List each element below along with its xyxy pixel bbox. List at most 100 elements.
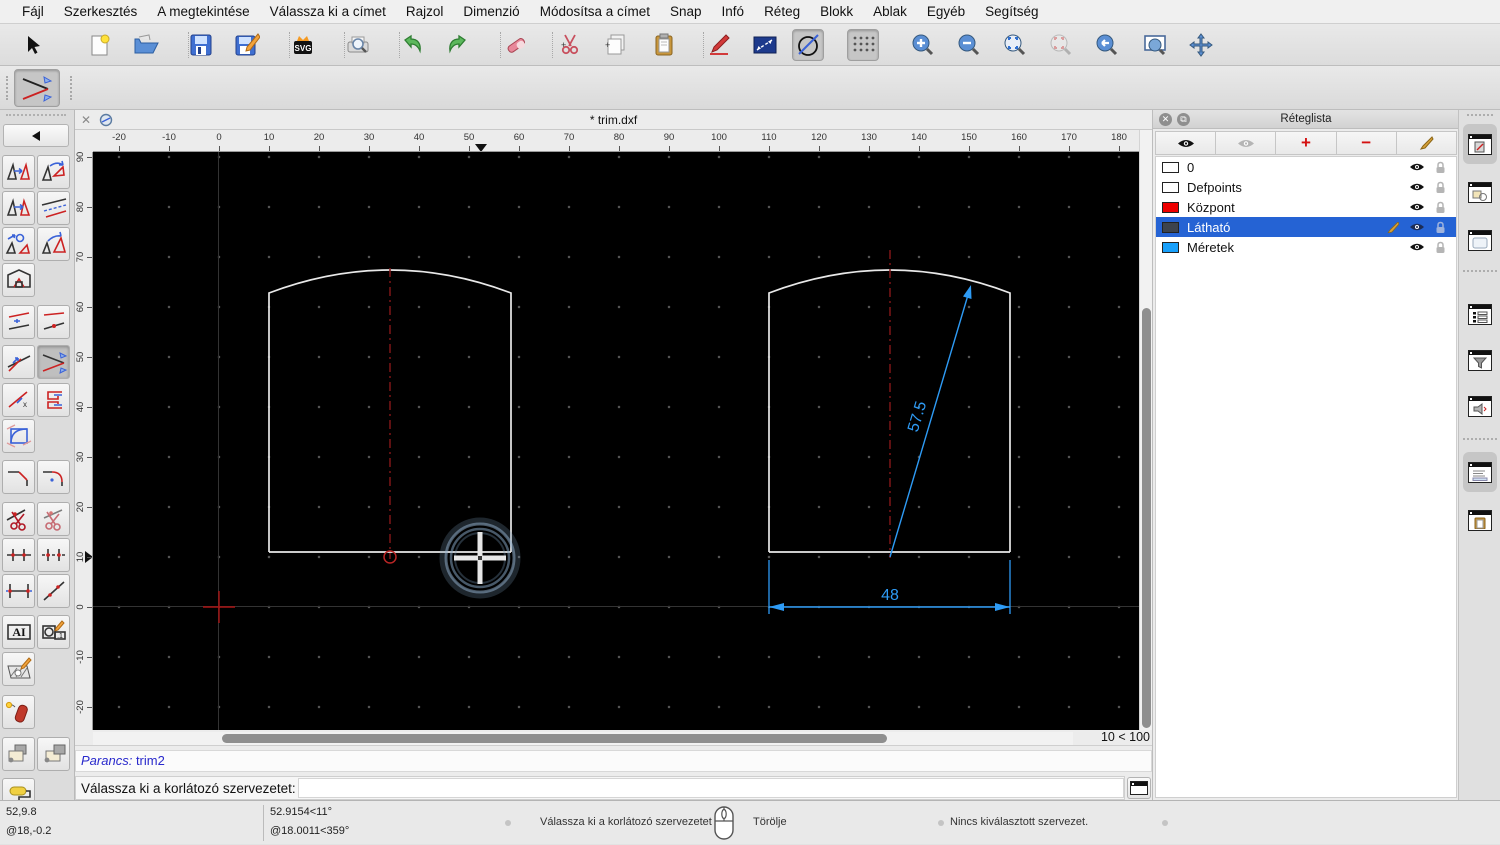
lengthen-tool-button[interactable]	[2, 305, 35, 339]
vertical-scrollbar-thumb[interactable]	[1142, 308, 1151, 728]
menu-ablak[interactable]: Ablak	[863, 0, 917, 24]
layer-visibility-eye-icon[interactable]	[1409, 222, 1425, 232]
layer-lock-icon[interactable]	[1435, 221, 1446, 234]
horizontal-scrollbar-thumb[interactable]	[222, 734, 887, 743]
show-all-layers-button[interactable]	[1155, 131, 1217, 155]
library-browser-window-button[interactable]	[1463, 220, 1497, 260]
layer-row-defpoints[interactable]: Defpoints	[1156, 177, 1456, 197]
draw-pencil-button[interactable]	[703, 29, 735, 61]
offset-tool-button[interactable]	[37, 191, 70, 225]
selection-filter-window-button[interactable]	[1463, 340, 1497, 380]
drawing-canvas[interactable]: 57.5 48	[93, 152, 1139, 730]
vertical-scrollbar[interactable]	[1139, 130, 1152, 730]
layer-edit-pencil-icon[interactable]	[1386, 221, 1399, 233]
menu-dimenzi-[interactable]: Dimenzió	[453, 0, 529, 24]
order-front-tool-button[interactable]	[2, 737, 35, 771]
layer-lock-icon[interactable]	[1435, 201, 1446, 214]
cut-button[interactable]: +	[554, 29, 586, 61]
layer-row-0[interactable]: 0	[1156, 157, 1456, 177]
rotate-two-tool-button[interactable]	[2, 227, 35, 261]
close-panel-icon[interactable]: ✕	[1159, 113, 1172, 126]
add-layer-button[interactable]: +	[1276, 131, 1337, 155]
polyline-arc-tool-button[interactable]	[2, 419, 35, 453]
save-as-button[interactable]	[231, 29, 263, 61]
edit-layer-button[interactable]	[1396, 131, 1458, 155]
divide-tool-button[interactable]	[2, 538, 35, 572]
layer-visibility-eye-icon[interactable]	[1409, 242, 1425, 252]
block-list-window-button[interactable]	[1463, 172, 1497, 212]
fillet-tool-button[interactable]	[37, 460, 70, 494]
trim-tool-button[interactable]	[2, 345, 35, 379]
stretch-tool-button[interactable]	[2, 263, 35, 297]
dimension-edit-tool-button[interactable]: .1	[37, 615, 70, 649]
menu-blokk[interactable]: Blokk	[810, 0, 863, 24]
layer-visibility-eye-icon[interactable]	[1409, 202, 1425, 212]
delete-button[interactable]	[500, 29, 532, 61]
horizontal-scrollbar[interactable]	[93, 732, 1073, 745]
active-tool-button[interactable]	[14, 69, 60, 107]
layer-lock-icon[interactable]	[1435, 241, 1446, 254]
paint-tool-button[interactable]	[2, 778, 35, 800]
command-detach-button[interactable]	[1127, 777, 1151, 799]
dimension-button[interactable]	[749, 29, 781, 61]
palette-back-button[interactable]	[3, 124, 69, 147]
new-file-button[interactable]	[84, 29, 116, 61]
text-tool-button[interactable]: AI	[2, 615, 35, 649]
menu-v-lassza-ki-a-c-met[interactable]: Válassza ki a címet	[260, 0, 396, 24]
trim-two-tool-button[interactable]	[37, 345, 70, 379]
menu-snap[interactable]: Snap	[660, 0, 712, 24]
layer-lock-icon[interactable]	[1435, 181, 1446, 194]
rotate-tool-button[interactable]	[37, 155, 70, 189]
layer-lock-icon[interactable]	[1435, 161, 1446, 174]
menu-f-jl[interactable]: Fájl	[12, 0, 54, 24]
menu-rajzol[interactable]: Rajzol	[396, 0, 454, 24]
redo-button[interactable]	[442, 29, 474, 61]
zoom-previous-button[interactable]	[1091, 29, 1123, 61]
cut-two-tool-button[interactable]	[37, 502, 70, 536]
select-arrow-button[interactable]	[17, 29, 49, 61]
print-preview-button[interactable]	[342, 29, 374, 61]
lengthen-amount-tool-button[interactable]: x	[2, 383, 35, 417]
property-list-window-button[interactable]	[1463, 294, 1497, 334]
pan-button[interactable]	[1185, 29, 1217, 61]
menu-egy-b[interactable]: Egyéb	[917, 0, 975, 24]
menu-m-dos-tsa-a-c-met[interactable]: Módosítsa a címet	[530, 0, 660, 24]
zoom-in-button[interactable]	[907, 29, 939, 61]
gap-tool-button[interactable]	[2, 574, 35, 608]
cut-tool-button[interactable]	[2, 502, 35, 536]
scale-tool-button[interactable]	[37, 227, 70, 261]
command-input[interactable]	[297, 778, 1124, 798]
undo-button[interactable]	[396, 29, 428, 61]
menu-seg-ts-g[interactable]: Segítség	[975, 0, 1048, 24]
zoom-out-button[interactable]	[953, 29, 985, 61]
layer-list-window-button[interactable]	[1463, 124, 1497, 164]
layer-visibility-eye-icon[interactable]	[1409, 182, 1425, 192]
zoom-selection-button[interactable]	[1045, 29, 1077, 61]
offset-copy-tool-button[interactable]	[37, 383, 70, 417]
layer-row-m-retek[interactable]: Méretek	[1156, 237, 1456, 257]
menu-szerkeszt-s[interactable]: Szerkesztés	[54, 0, 148, 24]
detach-panel-icon[interactable]: ⧉	[1177, 113, 1190, 126]
lengthen-point-tool-button[interactable]	[37, 305, 70, 339]
paste-button[interactable]	[648, 29, 680, 61]
command-history-window-button[interactable]	[1463, 386, 1497, 426]
clipboard-window-button[interactable]	[1463, 500, 1497, 540]
hide-all-layers-button[interactable]	[1216, 131, 1277, 155]
remove-layer-button[interactable]: −	[1336, 131, 1397, 155]
grid-toggle-button[interactable]	[847, 29, 879, 61]
bevel-tool-button[interactable]	[2, 460, 35, 494]
divide-two-tool-button[interactable]	[37, 538, 70, 572]
layer-visibility-eye-icon[interactable]	[1409, 162, 1425, 172]
layer-row-l-that-[interactable]: Látható	[1156, 217, 1456, 237]
command-line-window-button[interactable]	[1463, 452, 1497, 492]
open-file-button[interactable]	[130, 29, 162, 61]
copy-button[interactable]: +	[600, 29, 632, 61]
mirror-tool-button[interactable]	[2, 191, 35, 225]
explode-tool-button[interactable]	[2, 695, 35, 729]
split-points-tool-button[interactable]	[37, 574, 70, 608]
menu-a-megtekint-se[interactable]: A megtekintése	[147, 0, 259, 24]
save-button[interactable]	[185, 29, 217, 61]
order-back-tool-button[interactable]	[37, 737, 70, 771]
zoom-auto-button[interactable]	[999, 29, 1031, 61]
move-tool-button[interactable]	[2, 155, 35, 189]
